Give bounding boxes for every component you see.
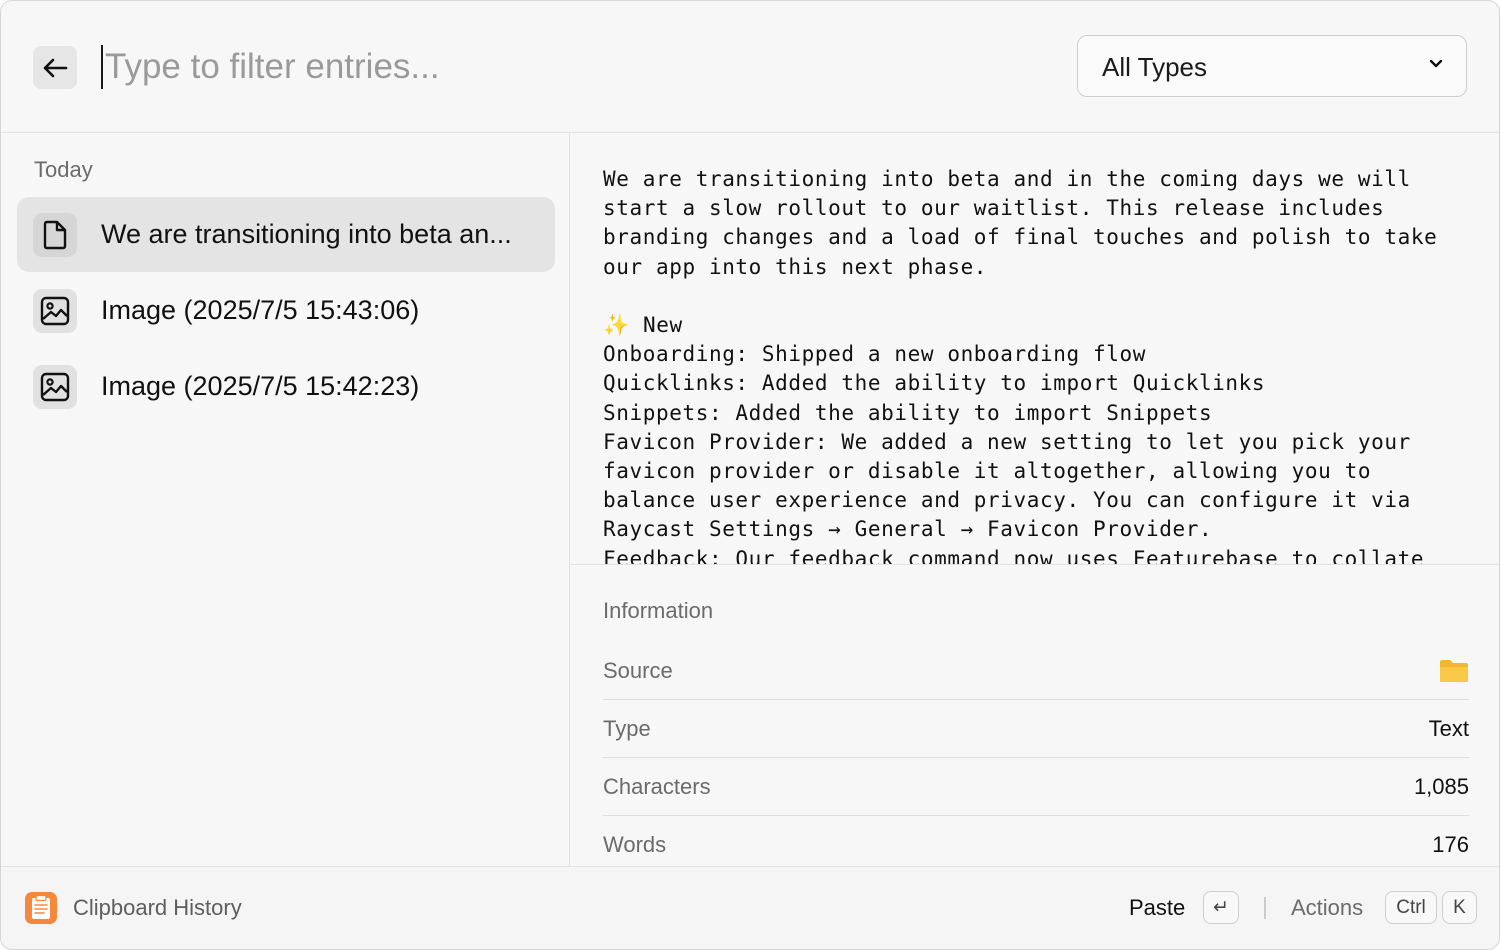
- info-row-type: Type Text: [603, 699, 1469, 758]
- info-row-characters: Characters 1,085: [603, 757, 1469, 816]
- info-source-label: Source: [603, 658, 673, 683]
- search-input[interactable]: [101, 45, 1005, 89]
- paste-action[interactable]: Paste: [1129, 895, 1185, 921]
- list-item[interactable]: Image (2025/7/5 15:43:06): [17, 273, 555, 348]
- enter-key-hint: ↵: [1203, 891, 1239, 924]
- information-title: Information: [603, 598, 714, 623]
- k-key-hint: K: [1442, 891, 1477, 924]
- image-icon: [33, 365, 77, 409]
- chevron-down-icon: [1429, 59, 1443, 68]
- action-bar: Clipboard History Paste ↵ Actions Ctrl K: [1, 866, 1499, 949]
- footer-divider: [1264, 897, 1266, 919]
- document-icon: [33, 213, 77, 257]
- folder-icon: [1440, 660, 1468, 682]
- preview-text: We are transitioning into beta and in th…: [603, 167, 1438, 565]
- list-item[interactable]: We are transitioning into beta an...: [17, 197, 555, 272]
- info-words-label: Words: [603, 832, 667, 857]
- info-type-label: Type: [603, 716, 651, 741]
- list-item-label: We are transitioning into beta an...: [101, 219, 512, 249]
- info-type-value: Text: [1428, 716, 1469, 741]
- actions-button[interactable]: Actions: [1291, 895, 1363, 921]
- list-item-label: Image (2025/7/5 15:42:23): [101, 371, 420, 401]
- type-filter-value: All Types: [1102, 52, 1208, 82]
- clipboard-history-window: All Types Today We are transitioning int…: [0, 0, 1500, 950]
- detail-pane: We are transitioning into beta and in th…: [570, 133, 1499, 867]
- ctrl-key-hint: Ctrl: [1385, 891, 1437, 924]
- section-title-today: Today: [34, 157, 93, 182]
- list-item-label: Image (2025/7/5 15:43:06): [101, 295, 420, 325]
- arrow-left-icon: [43, 58, 68, 77]
- info-words-value: 176: [1432, 832, 1469, 857]
- preview-area[interactable]: We are transitioning into beta and in th…: [570, 133, 1499, 565]
- info-row-words: Words 176: [603, 815, 1469, 873]
- list-item[interactable]: Image (2025/7/5 15:42:23): [17, 349, 555, 424]
- image-icon: [33, 289, 77, 333]
- clipboard-history-app-icon: [25, 892, 57, 924]
- info-characters-label: Characters: [603, 774, 711, 799]
- entries-list: Today We are transitioning into beta an.…: [1, 133, 570, 867]
- type-filter-dropdown[interactable]: All Types: [1077, 35, 1467, 97]
- search-header: All Types: [1, 1, 1499, 133]
- info-row-source: Source: [603, 641, 1469, 700]
- info-characters-value: 1,085: [1413, 774, 1469, 799]
- app-name: Clipboard History: [73, 895, 242, 920]
- back-button[interactable]: [33, 46, 77, 89]
